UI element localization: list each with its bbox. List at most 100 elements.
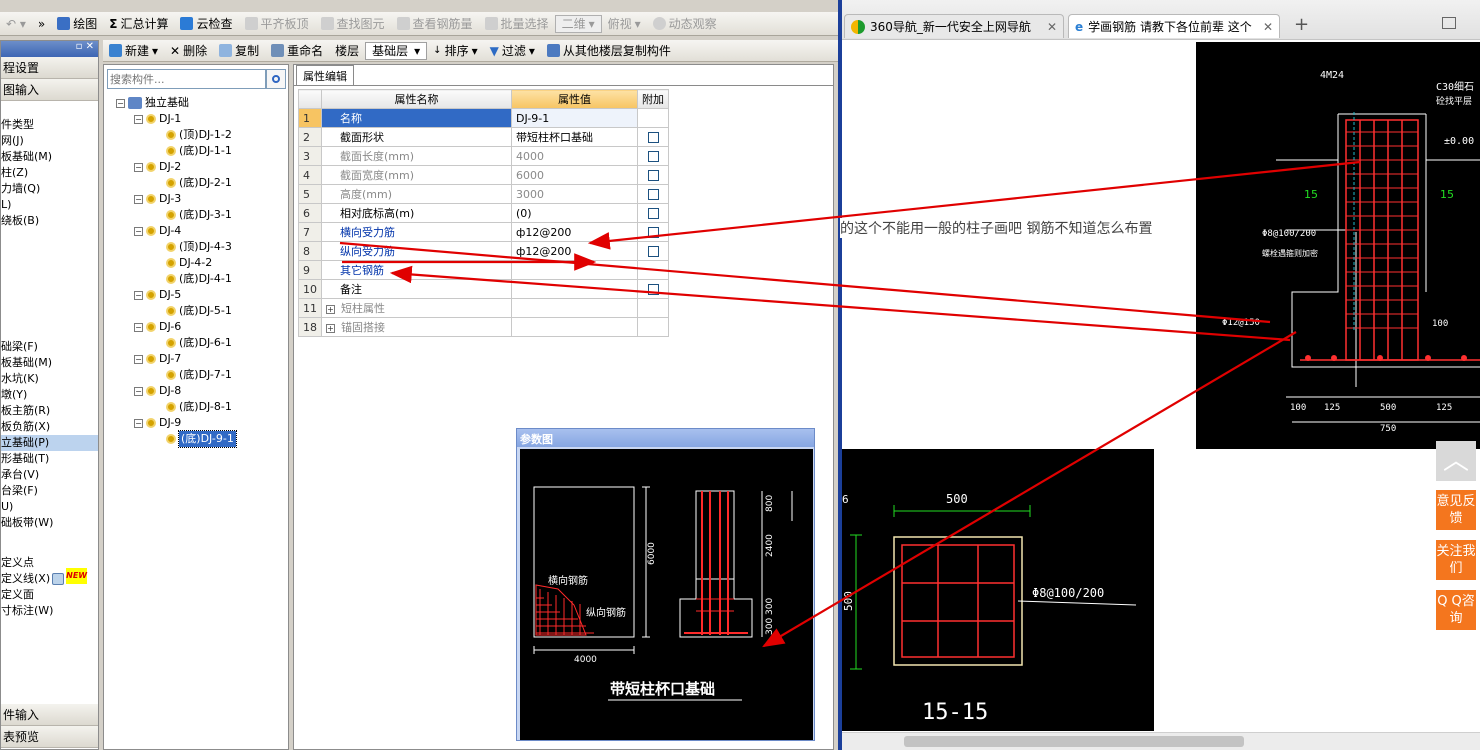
nav-item-foundation-9[interactable]: 台梁(F) [1, 483, 98, 499]
nav-item-foundation-5[interactable]: 板负筋(X) [1, 419, 98, 435]
nav-item-foundation-6[interactable]: 立基础(P) [1, 435, 98, 451]
nav-item-foundation-0[interactable]: 础梁(F) [1, 339, 98, 355]
collapse-icon[interactable]: − [134, 418, 143, 428]
nav-item-foundation-2[interactable]: 水坑(K) [1, 371, 98, 387]
collapse-icon[interactable]: − [134, 322, 143, 332]
tree-leaf-7-0[interactable]: (底)DJ-8-1 [166, 399, 232, 415]
property-value-cell[interactable] [511, 317, 638, 337]
property-row[interactable]: 6 相对底标高(m) (0) [298, 203, 669, 223]
tree-node-6[interactable]: − DJ-7 [134, 351, 181, 367]
toolbar-overflow-button[interactable]: » [32, 14, 51, 34]
nav-item-foundation-7[interactable]: 形基础(T) [1, 451, 98, 467]
find-element-button[interactable]: 查找图元 [315, 14, 391, 34]
nav-item-top-6[interactable]: 绕板(B) [1, 213, 98, 229]
browser-tab-forum[interactable]: e 学画钢筋 请教下各位前辈 这个 ✕ [1068, 14, 1280, 38]
back-to-top-button[interactable]: ︿ [1436, 441, 1476, 481]
expand-icon[interactable]: + [326, 305, 335, 314]
filter-button[interactable]: ▼ 过滤 ▾ [484, 41, 541, 61]
extra-checkbox[interactable] [647, 189, 659, 200]
tree-node-8[interactable]: − DJ-9 [134, 415, 181, 431]
nav-item-top-4[interactable]: 力墙(Q) [1, 181, 98, 197]
undo-button[interactable]: ↶ ▾ [0, 14, 32, 34]
tree-root-node[interactable]: − 独立基础 [116, 95, 189, 111]
dynamic-view-button[interactable]: 动态观察 [647, 14, 723, 34]
property-row[interactable]: 5 高度(mm) 3000 [298, 184, 669, 204]
property-row[interactable]: 7 横向受力筋 ф12@200 [298, 222, 669, 242]
property-value-cell[interactable]: 4000 [511, 146, 638, 166]
collapse-icon[interactable]: − [116, 98, 125, 108]
close-icon[interactable]: ✕ [1047, 20, 1057, 34]
follow-us-button[interactable]: 关注我们 [1436, 540, 1476, 580]
property-name-cell[interactable]: 截面宽度(mm) [321, 165, 512, 185]
nav-item-top-1[interactable]: 网(J) [1, 133, 98, 149]
property-row[interactable]: 18 + 锚固搭接 [298, 317, 669, 337]
nav-tab-report-preview[interactable]: 表预览 [1, 726, 98, 748]
pin-icon[interactable]: ▫ ✕ [76, 41, 94, 52]
tree-leaf-6-0[interactable]: (底)DJ-7-1 [166, 367, 232, 383]
property-name-cell[interactable]: 截面形状 [321, 127, 512, 147]
tree-node-3[interactable]: − DJ-4 [134, 223, 181, 239]
property-name-cell[interactable]: 相对底标高(m) [321, 203, 512, 223]
new-tab-button[interactable]: + [1294, 14, 1309, 35]
property-name-cell[interactable]: + 锚固搭接 [321, 317, 512, 337]
nav-item-top-0[interactable]: 件类型 [1, 117, 98, 133]
property-value-cell[interactable] [511, 279, 638, 299]
copy-component-button[interactable]: 复制 [213, 41, 265, 61]
tab-property-edit[interactable]: 属性编辑 [296, 65, 354, 85]
nav-item-top-3[interactable]: 柱(Z) [1, 165, 98, 181]
nav-item-foundation-8[interactable]: 承台(V) [1, 467, 98, 483]
tree-node-4[interactable]: − DJ-5 [134, 287, 181, 303]
collapse-icon[interactable]: − [134, 226, 143, 236]
property-row[interactable]: 2 截面形状 带短柱杯口基础 [298, 127, 669, 147]
tree-node-7[interactable]: − DJ-8 [134, 383, 181, 399]
property-row[interactable]: 10 备注 [298, 279, 669, 299]
nav-item-top-5[interactable]: L) [1, 197, 98, 213]
nav-item-foundation-11[interactable]: 础板带(W) [1, 515, 98, 531]
expand-icon[interactable]: + [326, 324, 335, 333]
view-mode-select[interactable]: 二维 ▾ [554, 14, 602, 33]
copy-from-floor-button[interactable]: 从其他楼层复制构件 [541, 41, 677, 61]
extra-checkbox[interactable] [647, 132, 659, 143]
property-row[interactable]: 1 名称 DJ-9-1 [298, 108, 669, 128]
property-name-cell[interactable]: 纵向受力筋 [321, 241, 512, 261]
define-line-item[interactable]: 定义线(X) NEW [1, 568, 98, 587]
property-row[interactable]: 8 纵向受力筋 ф12@200 [298, 241, 669, 261]
collapse-icon[interactable]: − [134, 290, 143, 300]
tree-leaf-2-0[interactable]: (底)DJ-3-1 [166, 207, 232, 223]
floor-select[interactable]: 基础层 ▾ [365, 41, 428, 60]
nav-item-foundation-1[interactable]: 板基础(M) [1, 355, 98, 371]
scrollbar-thumb[interactable] [904, 736, 1244, 747]
property-value-cell[interactable]: ф12@200 [511, 241, 638, 261]
collapse-icon[interactable]: − [134, 114, 143, 124]
browser-h-scrollbar[interactable] [842, 732, 1480, 750]
tree-leaf-3-0[interactable]: (顶)DJ-4-3 [166, 239, 232, 255]
property-value-cell[interactable]: 6000 [511, 165, 638, 185]
flat-board-button[interactable]: 平齐板顶 [239, 14, 315, 34]
view-rebar-button[interactable]: 查看钢筋量 [391, 14, 479, 34]
property-value-cell[interactable]: 带短柱杯口基础 [511, 127, 638, 147]
dimension-item[interactable]: 寸标注(W) [1, 603, 98, 619]
sort-button[interactable]: ↓ 排序 ▾ [427, 41, 483, 61]
property-row[interactable]: 4 截面宽度(mm) 6000 [298, 165, 669, 185]
extra-checkbox[interactable] [647, 151, 659, 162]
nav-item-foundation-10[interactable]: U) [1, 499, 98, 515]
nav-item-foundation-3[interactable]: 墩(Y) [1, 387, 98, 403]
property-name-cell[interactable]: + 短柱属性 [321, 298, 512, 318]
search-input[interactable] [108, 70, 263, 88]
property-row[interactable]: 9 其它钢筋 [298, 260, 669, 280]
delete-component-button[interactable]: ✕ 删除 [164, 41, 213, 61]
tree-leaf-0-0[interactable]: (顶)DJ-1-2 [166, 127, 232, 143]
nav-item-foundation-4[interactable]: 板主筋(R) [1, 403, 98, 419]
property-value-cell[interactable]: (0) [511, 203, 638, 223]
nav-tab-project-settings[interactable]: 程设置 [1, 57, 98, 79]
collapse-icon[interactable]: − [134, 386, 143, 396]
tree-node-5[interactable]: − DJ-6 [134, 319, 181, 335]
new-component-button[interactable]: 新建 ▾ [103, 41, 164, 61]
extra-checkbox[interactable] [647, 246, 659, 257]
property-name-cell[interactable]: 其它钢筋 [321, 260, 512, 280]
nav-tab-drawing-input[interactable]: 图输入 [1, 79, 98, 101]
property-name-cell[interactable]: 高度(mm) [321, 184, 512, 204]
view-angle-button[interactable]: 俯视 ▾ [602, 14, 647, 34]
rename-component-button[interactable]: 重命名 [265, 41, 329, 61]
restore-icon[interactable] [1442, 17, 1456, 29]
